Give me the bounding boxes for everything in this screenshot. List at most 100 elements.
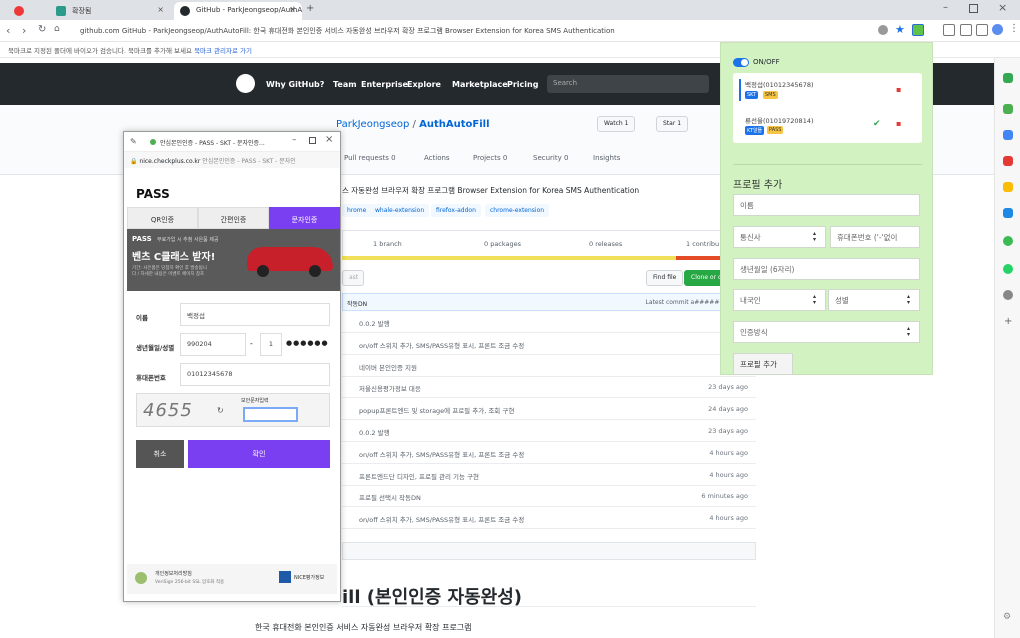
table-row[interactable]: 프론트엔드단 디자인, 프로필 관리 기능 구현 4 hours ago <box>342 464 756 486</box>
minimize-icon[interactable]: – <box>943 2 948 13</box>
commit-message[interactable]: on/off 스위치 추가, SMS/PASS유형 표시, 프론트 조금 수정 <box>359 514 524 524</box>
tab-pull-requests[interactable]: Pull requests 0 <box>344 154 396 162</box>
carrier-select[interactable]: 통신사 <box>733 226 826 248</box>
sidebar-app-icon[interactable] <box>1003 130 1013 140</box>
close-icon[interactable]: × <box>289 5 296 14</box>
auth-method-select[interactable]: 인증방식 <box>733 321 920 343</box>
table-row[interactable]: 저울신용평가정보 대응 23 days ago <box>342 376 756 399</box>
sidebar-app-icon[interactable] <box>1003 104 1013 114</box>
tab-sms[interactable]: 문자인증 <box>269 207 340 229</box>
table-row[interactable]: popup프론트엔드 및 storage에 프로필 추가, 조회 구현 24 da… <box>342 398 756 421</box>
camera-icon[interactable] <box>943 24 955 36</box>
tab-actions[interactable]: Actions <box>424 154 450 162</box>
delete-icon[interactable]: ▪ <box>896 119 901 128</box>
table-row[interactable]: 프로필 선택시 작동DN 6 minutes ago <box>342 485 756 508</box>
sidebar-app-icon[interactable] <box>1003 236 1013 246</box>
table-row[interactable]: on/off 스위치 추가, SMS/PASS유형 표시, 프론트 조금 수정4… <box>342 333 756 355</box>
commit-message[interactable]: on/off 스위치 추가, SMS/PASS유형 표시, 프론트 조금 수정 <box>359 340 524 350</box>
reader-icon[interactable] <box>960 24 972 36</box>
pin-icon[interactable]: ✎ <box>130 137 137 146</box>
bookmark-manager-link[interactable]: 북마크 관리자로 가기 <box>194 47 252 55</box>
profile-name[interactable]: 백정섭(01012345678) <box>745 79 814 89</box>
branch-count[interactable]: 1 branch <box>373 240 402 248</box>
nationality-select[interactable]: 내국인 <box>733 289 826 311</box>
nav-why-github[interactable]: Why GitHub? <box>266 80 324 89</box>
table-row[interactable]: 네이버 본인인증 지원1 minu <box>342 355 756 377</box>
commit-message[interactable]: 0.0.2 발행 <box>359 318 390 328</box>
sidebar-app-icon[interactable] <box>1003 290 1013 300</box>
reload-icon[interactable]: ↻ <box>38 24 46 35</box>
tab-insights[interactable]: Insights <box>593 154 620 162</box>
nav-pricing[interactable]: Pricing <box>507 80 538 89</box>
profile-name[interactable]: 류선율(01019720814) <box>745 115 814 125</box>
commit-message[interactable]: popup프론트엔드 및 storage에 프로필 추가, 조회 구현 <box>359 405 514 415</box>
nav-explore[interactable]: Explore <box>407 80 441 89</box>
tab-projects[interactable]: Projects 0 <box>473 154 507 162</box>
window-icon[interactable] <box>976 24 988 36</box>
privacy-link[interactable]: 개인정보처리방침 <box>155 570 192 577</box>
commit-message[interactable]: 프로필 선택시 작동DN <box>359 492 421 502</box>
table-row[interactable]: 0.0.2 발행23 d <box>342 311 756 333</box>
gender-digit-input[interactable]: 1 <box>260 333 282 356</box>
topic-tag[interactable]: whale-extension <box>370 204 430 217</box>
window-close-icon[interactable]: × <box>998 1 1007 14</box>
check-icon[interactable]: ✔ <box>873 119 881 129</box>
nav-team[interactable]: Team <box>333 80 357 89</box>
on-off-toggle[interactable] <box>733 58 749 67</box>
table-row[interactable]: 0.0.2 발행 23 days ago <box>342 420 756 442</box>
commit-message[interactable]: 네이버 본인인증 지원 <box>359 362 417 372</box>
table-row[interactable]: on/off 스위치 추가, SMS/PASS유형 표시, 프론트 조금 수정4… <box>342 507 756 530</box>
sidebar-add-icon[interactable]: + <box>1004 316 1012 327</box>
sidebar-app-icon[interactable] <box>1003 156 1013 166</box>
maximize-icon[interactable] <box>309 137 316 144</box>
github-logo-icon[interactable] <box>236 74 255 93</box>
phone-input[interactable]: 휴대폰번호 ('-'없이 <box>830 226 920 248</box>
repo-owner-link[interactable]: ParkJeongseop <box>336 119 409 130</box>
contributors-count[interactable]: 1 contribu <box>686 240 719 248</box>
tab-qr[interactable]: QR인증 <box>127 207 198 229</box>
tab-simple[interactable]: 간편인증 <box>198 207 269 229</box>
refresh-icon[interactable]: ↻ <box>217 406 224 415</box>
latest-commit-message[interactable]: 작동DN <box>347 299 367 308</box>
topic-tag[interactable]: hrome <box>342 204 372 217</box>
extension-icon[interactable] <box>878 25 888 35</box>
home-icon[interactable]: ⌂ <box>54 24 60 34</box>
watch-button[interactable]: Watch 1 <box>597 116 636 132</box>
sidebar-app-icon[interactable] <box>1003 182 1013 192</box>
commit-message[interactable]: 저울신용평가정보 대응 <box>359 383 421 393</box>
close-icon[interactable]: × <box>157 5 164 14</box>
sidebar-settings-icon[interactable]: ⚙ <box>1003 612 1011 622</box>
commit-message[interactable]: 0.0.2 발행 <box>359 427 390 437</box>
topic-tag[interactable]: firefox-addon <box>431 204 481 217</box>
topic-tag[interactable]: chrome-extension <box>485 204 550 217</box>
dob-input[interactable]: 생년월일 (6자리) <box>733 258 920 280</box>
url-input[interactable]: github.com GitHub - ParkJeongseop/AuthAu… <box>72 23 872 39</box>
minimize-icon[interactable]: – <box>292 135 297 145</box>
new-pr-button[interactable]: ast <box>342 270 364 286</box>
profile-avatar[interactable] <box>992 24 1003 35</box>
sidebar-app-icon[interactable] <box>1003 208 1013 218</box>
star-button[interactable]: Star 1 <box>656 116 689 132</box>
captcha-input[interactable] <box>243 407 298 422</box>
tab-github[interactable]: GitHub - ParkJeongseop/AuthA × <box>174 2 302 20</box>
authautofill-extension-icon[interactable] <box>912 24 924 36</box>
tab-vivaldi[interactable] <box>8 2 46 20</box>
dob-input[interactable]: 990204 <box>180 333 246 356</box>
commit-message[interactable]: 프론트엔드단 디자인, 프로필 관리 기능 구현 <box>359 471 479 481</box>
tab-bookmarks[interactable]: 확장됨 × <box>50 2 170 20</box>
phone-input[interactable]: 01012345678 <box>180 363 330 386</box>
name-input[interactable]: 이름 <box>733 194 920 216</box>
delete-icon[interactable]: ▪ <box>896 85 901 94</box>
github-search-input[interactable]: Search <box>547 75 709 93</box>
forward-icon[interactable]: › <box>22 24 26 37</box>
promo-banner[interactable]: PASS 무료가입 시 추첨 사은품 제공 벤츠 C클래스 받자! 기간: 사은… <box>127 229 340 291</box>
maximize-icon[interactable] <box>969 4 978 13</box>
packages-count[interactable]: 0 packages <box>484 240 521 248</box>
nav-marketplace[interactable]: Marketplace <box>452 80 508 89</box>
releases-count[interactable]: 0 releases <box>589 240 622 248</box>
cancel-button[interactable]: 취소 <box>136 440 184 468</box>
new-tab-button[interactable]: + <box>306 3 314 14</box>
sidebar-app-icon[interactable] <box>1003 264 1013 274</box>
menu-icon[interactable]: ⋮ <box>1009 23 1019 34</box>
repo-name-link[interactable]: AuthAutoFill <box>419 119 489 130</box>
